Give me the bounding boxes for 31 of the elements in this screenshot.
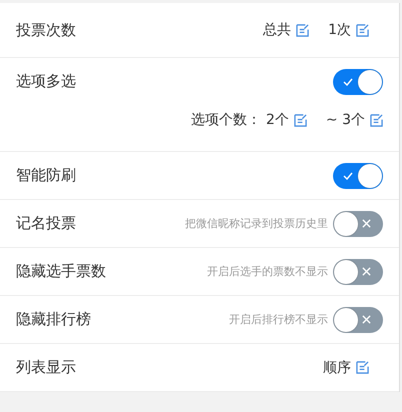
setting-value: ~ 3个 xyxy=(326,111,365,129)
check-icon xyxy=(343,78,353,86)
edit-icon[interactable] xyxy=(356,24,369,36)
sub-label: 选项个数： xyxy=(190,111,261,129)
setting-hint: 开启后排行榜不显示 xyxy=(229,312,328,327)
check-icon xyxy=(343,172,353,180)
setting-label: 记名投票 xyxy=(16,214,76,233)
close-icon xyxy=(362,315,371,324)
close-icon xyxy=(362,219,371,228)
edit-icon[interactable] xyxy=(370,114,383,126)
setting-label: 隐藏排行榜 xyxy=(16,310,91,329)
setting-label: 投票次数 xyxy=(16,20,76,40)
setting-hint: 开启后选手的票数不显示 xyxy=(207,264,328,279)
setting-label: 智能防刷 xyxy=(16,166,76,185)
setting-value: 1次 xyxy=(328,21,351,39)
setting-label: 选项多选 xyxy=(16,72,76,91)
toggle-switch[interactable] xyxy=(333,258,383,284)
toggle-switch[interactable] xyxy=(333,210,383,236)
toggle-switch[interactable] xyxy=(333,162,383,188)
edit-icon[interactable] xyxy=(296,24,310,36)
toggle-switch[interactable] xyxy=(333,306,383,332)
setting-label: 列表显示 xyxy=(16,358,76,377)
toggle-switch[interactable] xyxy=(333,68,383,94)
setting-value: 总共 xyxy=(263,21,292,39)
setting-hint: 把微信昵称记录到投票历史里 xyxy=(185,216,328,231)
setting-value: 2个 xyxy=(266,111,289,129)
close-icon xyxy=(362,267,371,276)
edit-icon[interactable] xyxy=(356,361,369,374)
edit-icon[interactable] xyxy=(294,114,307,126)
setting-value: 顺序 xyxy=(323,358,351,376)
setting-label: 隐藏选手票数 xyxy=(16,262,106,281)
